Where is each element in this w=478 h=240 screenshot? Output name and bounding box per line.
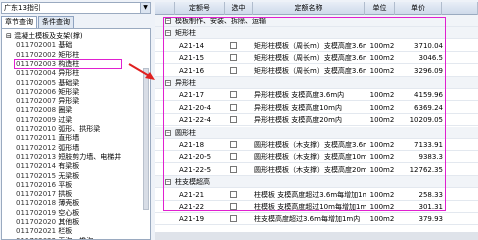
tree-node-label: 空心板 bbox=[58, 208, 80, 217]
tree-node-label: 拱板 bbox=[58, 190, 73, 199]
select-checkbox[interactable] bbox=[230, 215, 237, 223]
tree-node-code: 011702020 bbox=[16, 218, 59, 226]
tree-node-code: 011702018 bbox=[16, 199, 59, 208]
quota-code: A21-19 bbox=[179, 215, 205, 224]
tree-node-label: 天沟、檐沟 bbox=[58, 237, 93, 239]
header-unit[interactable]: 单位 bbox=[365, 2, 395, 15]
tree-node-label: 基础梁 bbox=[58, 78, 80, 87]
grid-header: 定额号 选中 定额名称 单位 单价 bbox=[155, 2, 478, 15]
tree-node-label: 其他板 bbox=[58, 218, 80, 226]
tree-node-label: 矩形柱 bbox=[58, 50, 80, 59]
red-arrow-annotation bbox=[128, 63, 155, 80]
tree-node-label: 直形墙 bbox=[58, 134, 80, 143]
tree-scrollbar[interactable] bbox=[143, 68, 149, 210]
tree-node-label: 薄壳板 bbox=[58, 199, 80, 208]
highlight-box-tree-node bbox=[14, 58, 122, 69]
tree-node-label: 混凝土模板及支架(撑) bbox=[14, 32, 83, 40]
highlight-box-grid bbox=[163, 17, 446, 211]
region-select-value: 广东13指引 bbox=[4, 4, 41, 12]
tree-node-code: 011702001 bbox=[16, 41, 59, 50]
tree-node-code: 011702022 bbox=[16, 237, 58, 239]
header-price[interactable]: 单价 bbox=[395, 2, 442, 15]
tree-node-label: 弧形、拱形梁 bbox=[58, 125, 101, 133]
grid-horizontal-scrollbar[interactable] bbox=[155, 232, 478, 240]
tree-node-code: 011702017 bbox=[16, 190, 59, 199]
tree-node[interactable]: 011702022 天沟、檐沟 bbox=[16, 236, 93, 239]
tree-node-code: 011702009 bbox=[16, 115, 59, 124]
tree-node-label: 矩形梁 bbox=[58, 87, 80, 96]
header-spacer bbox=[155, 2, 175, 15]
chevron-down-icon[interactable]: ▼ bbox=[140, 3, 150, 13]
tree-node-code: 011702004 bbox=[16, 69, 59, 78]
tree-node-code: 011702006 bbox=[16, 87, 59, 96]
quota-unit: 100m2 bbox=[369, 215, 395, 224]
tab-condition-query[interactable]: 条件查询 bbox=[38, 16, 74, 28]
tree-node-label: 异形柱 bbox=[58, 69, 80, 78]
quota-row[interactable]: A21-19 柱支模高度超过3.6m每增加1m内 100m2 379.93 bbox=[155, 213, 478, 226]
tree-node-label: 无梁板 bbox=[58, 171, 80, 180]
tree-node-label: 平板 bbox=[58, 180, 73, 189]
tree-node-label: 栏板 bbox=[58, 227, 73, 236]
quota-name: 柱支模高度超过3.6m每增加1m内 bbox=[254, 215, 361, 224]
header-name[interactable]: 定额名称 bbox=[253, 2, 365, 15]
quota-price: 379.93 bbox=[418, 215, 444, 224]
tree-node-code: 011702005 bbox=[16, 78, 59, 87]
tree-node-code: 011702019 bbox=[16, 208, 59, 217]
tree-node-code: 011702012 bbox=[16, 143, 59, 152]
tree-node-label: 过梁 bbox=[58, 115, 73, 124]
tree-node-code: 011702013 bbox=[16, 152, 59, 161]
tree-node-code: 011702011 bbox=[16, 134, 59, 143]
header-code[interactable]: 定额号 bbox=[175, 2, 225, 15]
tree-node-label: 弧形墙 bbox=[58, 143, 80, 152]
region-select[interactable]: 广东13指引 ▼ bbox=[1, 2, 151, 14]
tree-node-label: 异形梁 bbox=[58, 97, 80, 106]
tree-node-label: 有梁板 bbox=[58, 162, 80, 171]
tree-node-code: 011702007 bbox=[16, 97, 59, 106]
tree-node-code: 011702014 bbox=[16, 162, 59, 171]
tree-node-code: 011702016 bbox=[16, 180, 59, 189]
tree-node-code: 011702002 bbox=[16, 50, 59, 59]
tree-node-code: 011702008 bbox=[16, 106, 59, 115]
left-panel: 广东13指引 ▼ 章节查询 条件查询 ⊟ 混凝土模板及支架(撑) 01170200… bbox=[0, 0, 155, 240]
tree-node-label: 短肢剪力墙、电梯井 bbox=[58, 152, 122, 161]
collapse-icon[interactable]: ⊟ bbox=[6, 32, 14, 40]
tree-node-label: 基础 bbox=[58, 41, 73, 50]
query-tabs: 章节查询 条件查询 bbox=[1, 16, 75, 28]
tree-node-code: 011702010 bbox=[16, 125, 59, 133]
chapter-tree: ⊟ 混凝土模板及支架(撑) 011702001 基础 011702002 矩形柱 01… bbox=[1, 28, 151, 240]
header-filler bbox=[442, 2, 478, 15]
tab-chapter-query[interactable]: 章节查询 bbox=[1, 16, 37, 28]
tree-node-label: 圈梁 bbox=[58, 106, 73, 115]
tree-node-code: 011702021 bbox=[16, 227, 59, 236]
tree-node-code: 011702015 bbox=[16, 171, 59, 180]
header-selected[interactable]: 选中 bbox=[225, 2, 253, 15]
